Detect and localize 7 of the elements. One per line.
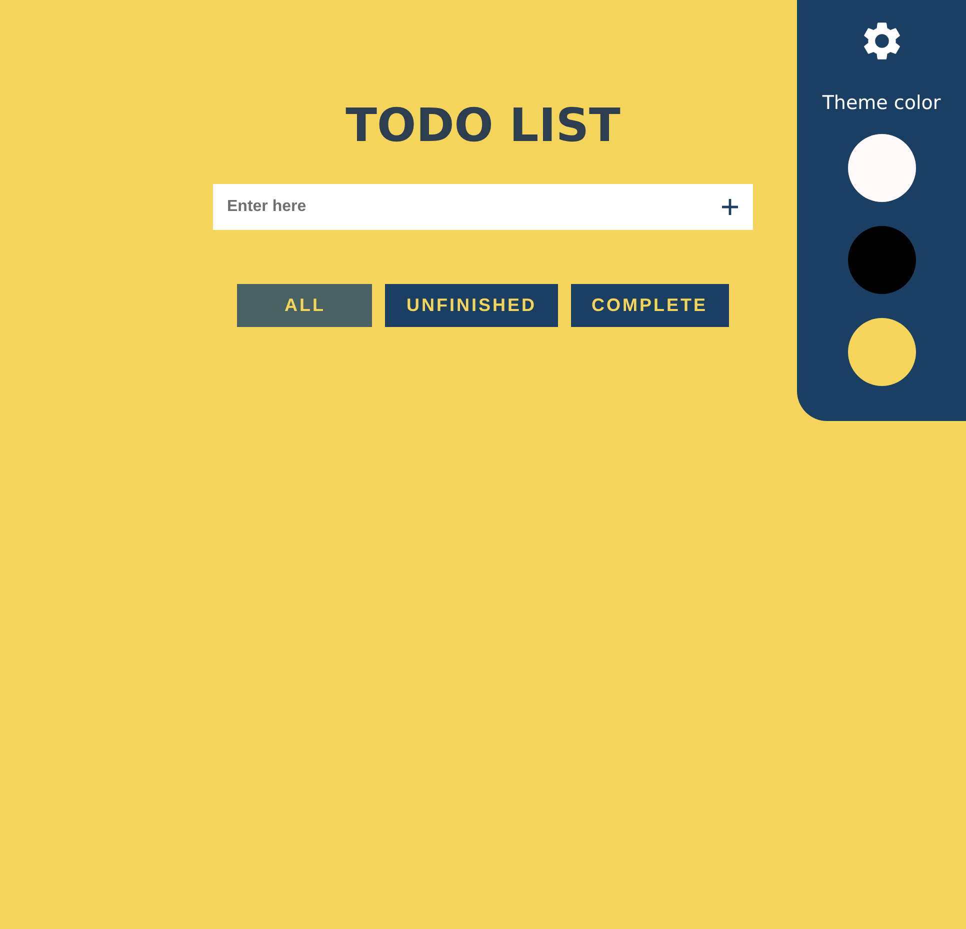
theme-label: Theme color — [822, 92, 941, 114]
filter-tab[interactable]: COMPLETE — [570, 284, 729, 327]
filter-tab[interactable]: ALL — [237, 284, 372, 327]
page-title: TODO LIST — [346, 97, 620, 154]
task-input-field[interactable]: Enter here — [213, 184, 753, 230]
filter-tab[interactable]: UNFINISHED — [385, 284, 558, 327]
plus-icon — [720, 197, 740, 217]
